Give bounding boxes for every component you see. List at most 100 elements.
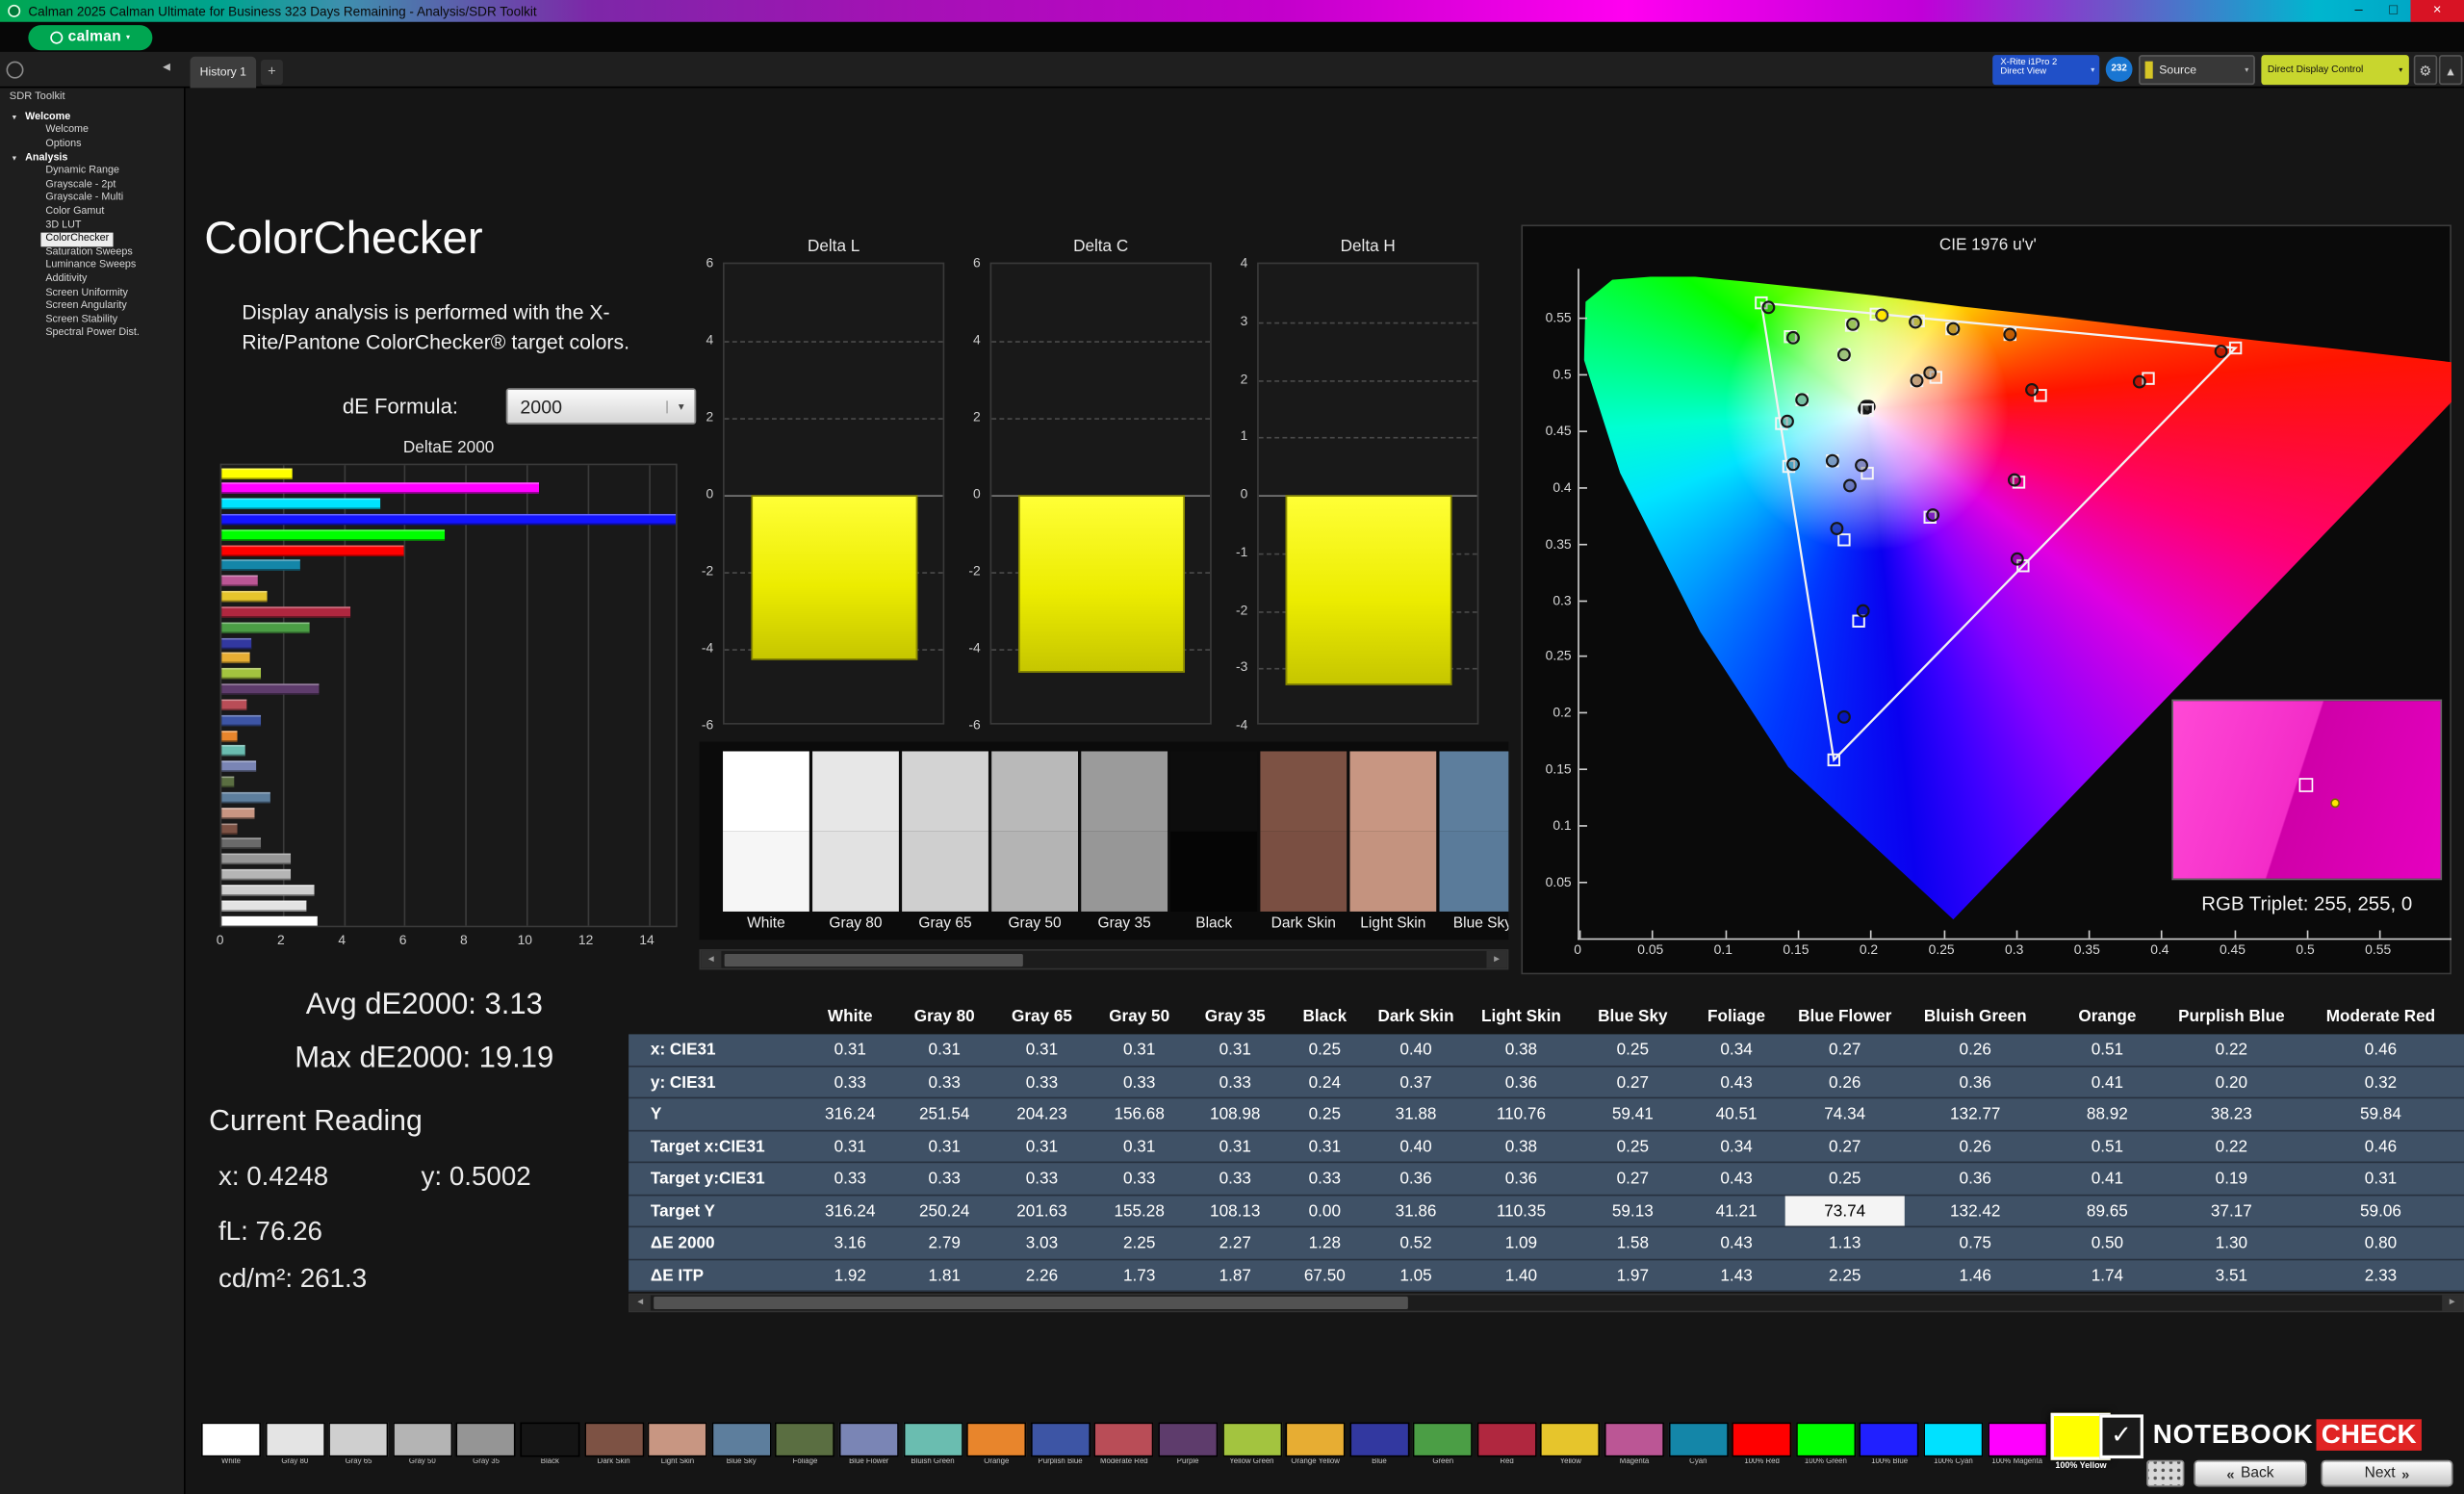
table-scrollbar[interactable]: ◄ ►: [629, 1294, 2464, 1313]
calman-menu-button[interactable]: calman ▾: [28, 24, 152, 49]
next-button[interactable]: Next »: [2321, 1460, 2452, 1487]
sidebar-item-colorchecker[interactable]: ColorChecker: [40, 233, 114, 246]
sidebar-collapse-icon[interactable]: ◄: [161, 60, 173, 74]
sidebar-section-welcome[interactable]: ▾Welcome: [0, 110, 186, 124]
bottom-patch-100-blue[interactable]: 100% Blue: [1860, 1423, 1919, 1472]
scroll-right-icon[interactable]: ►: [1486, 951, 1506, 968]
bottom-patch-magenta[interactable]: Magenta: [1604, 1423, 1664, 1472]
de-formula-select[interactable]: 2000 ▾: [506, 388, 697, 425]
table-cell: 0.32: [2295, 1067, 2464, 1097]
back-button[interactable]: « Back: [2194, 1460, 2307, 1487]
scrollbar-thumb[interactable]: [725, 953, 1023, 966]
max-de2000: Max dE2000: 19.19: [189, 1042, 660, 1076]
bottom-patch-moderate-red[interactable]: Moderate Red: [1094, 1423, 1154, 1472]
bottom-patch-blue-sky[interactable]: Blue Sky: [711, 1423, 771, 1472]
bottom-patch-white[interactable]: White: [201, 1423, 261, 1472]
layout-circle-icon[interactable]: [7, 62, 24, 79]
maximize-icon[interactable]: □: [2376, 0, 2411, 22]
sidebar-section-analysis[interactable]: ▾Analysis: [0, 151, 186, 166]
table-row-e-itp: ΔE ITP1.921.812.261.731.8767.501.051.401…: [629, 1260, 2464, 1292]
patch-dark-skin[interactable]: Dark Skin: [1260, 751, 1347, 932]
bottom-patch-black[interactable]: Black: [520, 1423, 579, 1472]
tab-history-1[interactable]: History 1: [191, 57, 257, 89]
scroll-left-icon[interactable]: ◄: [630, 1295, 651, 1310]
expander-icon[interactable]: ▾: [13, 151, 25, 166]
bottom-patch-yellow[interactable]: Yellow: [1541, 1423, 1601, 1472]
bottom-patch-foliage[interactable]: Foliage: [775, 1423, 834, 1472]
sidebar-item-screen-angularity[interactable]: Screen Angularity: [40, 300, 131, 314]
bottom-patch-gray-65[interactable]: Gray 65: [329, 1423, 389, 1472]
bottom-patch-green[interactable]: Green: [1413, 1423, 1473, 1472]
swatch-label: Orange: [966, 1458, 1026, 1466]
sidebar-item-saturation-sweeps[interactable]: Saturation Sweeps: [40, 246, 137, 260]
highlighted-cell[interactable]: 73.74: [1785, 1196, 1905, 1226]
rgb-triplet-label: RGB Triplet: 255, 255, 0: [2171, 892, 2442, 914]
sidebar-item-screen-uniformity[interactable]: Screen Uniformity: [40, 287, 132, 300]
sidebar-item-options[interactable]: Options: [40, 138, 86, 151]
table-row-e-2000: ΔE 20003.162.793.032.252.271.280.521.091…: [629, 1227, 2464, 1259]
source-dropdown[interactable]: Source ▾: [2139, 55, 2255, 85]
collapse-panel-icon[interactable]: ▴: [2439, 55, 2462, 85]
deltae-bar-100-blue: [221, 514, 677, 525]
patch-strip-scrollbar[interactable]: ◄ ►: [700, 949, 1509, 969]
cie-chart-title: CIE 1976 u'v': [1523, 236, 2453, 255]
bottom-patch-orange[interactable]: Orange: [966, 1423, 1026, 1472]
patch-gray-50[interactable]: Gray 50: [991, 751, 1078, 932]
bottom-patch-red[interactable]: Red: [1476, 1423, 1536, 1472]
sidebar-item-dynamic-range[interactable]: Dynamic Range: [40, 166, 123, 179]
minimize-icon[interactable]: –: [2342, 0, 2376, 22]
patch-blue-sky[interactable]: Blue Sky: [1440, 751, 1509, 932]
bottom-patch-dark-skin[interactable]: Dark Skin: [584, 1423, 644, 1472]
sidebar-item-additivity[interactable]: Additivity: [40, 273, 91, 287]
sidebar-item-spectral-power-dist[interactable]: Spectral Power Dist.: [40, 327, 143, 341]
bottom-patch-100-red[interactable]: 100% Red: [1732, 1423, 1792, 1472]
patch-gray-65[interactable]: Gray 65: [902, 751, 988, 932]
table-cell: 3.03: [993, 1227, 1091, 1258]
sidebar-item-grayscale-2pt[interactable]: Grayscale - 2pt: [40, 179, 120, 193]
bottom-patch-light-skin[interactable]: Light Skin: [648, 1423, 707, 1472]
swatch-label: Bluish Green: [903, 1458, 962, 1466]
scroll-left-icon[interactable]: ◄: [701, 951, 721, 968]
sidebar-item-3d-lut[interactable]: 3D LUT: [40, 219, 86, 233]
patch-white[interactable]: White: [723, 751, 809, 932]
add-tab-button[interactable]: +: [261, 60, 283, 85]
bottom-patch-gray-50[interactable]: Gray 50: [393, 1423, 452, 1472]
sidebar-item-welcome[interactable]: Welcome: [40, 124, 92, 138]
gear-icon[interactable]: ⚙: [2414, 55, 2437, 85]
close-icon[interactable]: ×: [2410, 0, 2464, 22]
bottom-patch-blue-flower[interactable]: Blue Flower: [839, 1423, 899, 1472]
display-control-dropdown[interactable]: Direct Display Control ▾: [2261, 55, 2408, 85]
sidebar-item-color-gamut[interactable]: Color Gamut: [40, 206, 109, 219]
table-cell: 0.33: [1188, 1067, 1282, 1097]
swatch: [1221, 1423, 1281, 1457]
patch-gray-35[interactable]: Gray 35: [1081, 751, 1168, 932]
patch-light-skin[interactable]: Light Skin: [1349, 751, 1436, 932]
table-cell: 0.34: [1687, 1034, 1784, 1065]
bottom-patch-100-cyan[interactable]: 100% Cyan: [1923, 1423, 1983, 1472]
x-tick-label: 0.15: [1771, 941, 1821, 957]
sidebar-item-luminance-sweeps[interactable]: Luminance Sweeps: [40, 260, 141, 273]
bottom-patch-cyan[interactable]: Cyan: [1668, 1423, 1728, 1472]
table-cell: 110.35: [1465, 1196, 1578, 1226]
patch-gray-80[interactable]: Gray 80: [812, 751, 899, 932]
expander-icon[interactable]: ▾: [13, 110, 25, 124]
sidebar-item-screen-stability[interactable]: Screen Stability: [40, 314, 122, 327]
patch-black[interactable]: Black: [1170, 751, 1257, 932]
chevron-down-icon: ▾: [126, 32, 130, 41]
bottom-patch-gray-80[interactable]: Gray 80: [265, 1423, 324, 1472]
meter-dropdown[interactable]: X-Rite i1Pro 2 Direct View ▾: [1992, 55, 2099, 85]
bottom-patch-orange-yellow[interactable]: Orange Yellow: [1286, 1423, 1346, 1472]
bottom-patch-yellow-green[interactable]: Yellow Green: [1221, 1423, 1281, 1472]
keyboard-icon[interactable]: [2146, 1460, 2184, 1487]
bottom-patch-100-magenta[interactable]: 100% Magenta: [1988, 1423, 2047, 1472]
bottom-patch-100-green[interactable]: 100% Green: [1796, 1423, 1856, 1472]
bottom-patch-purplish-blue[interactable]: Purplish Blue: [1031, 1423, 1091, 1472]
scroll-right-icon[interactable]: ►: [2442, 1295, 2462, 1310]
bottom-patch-purple[interactable]: Purple: [1158, 1423, 1218, 1472]
swatch-label: 100% Blue: [1860, 1458, 1919, 1466]
bottom-patch-bluish-green[interactable]: Bluish Green: [903, 1423, 962, 1472]
scrollbar-thumb[interactable]: [654, 1297, 1408, 1309]
bottom-patch-blue[interactable]: Blue: [1349, 1423, 1409, 1472]
bottom-patch-gray-35[interactable]: Gray 35: [456, 1423, 516, 1472]
sidebar-item-grayscale-multi[interactable]: Grayscale - Multi: [40, 193, 128, 206]
